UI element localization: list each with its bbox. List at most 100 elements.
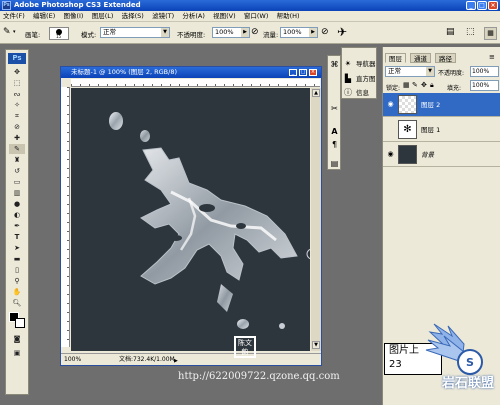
svg-text:S: S <box>466 356 474 369</box>
brush-tool-icon[interactable]: ✎ <box>3 27 11 37</box>
layer-name: 图层 2 <box>421 101 441 109</box>
menu-file[interactable]: 文件(F) <box>0 11 28 22</box>
brush-tool-icon[interactable]: ✎ <box>9 144 25 154</box>
crop-tool-icon[interactable]: ⌗ <box>9 111 25 121</box>
document-size: 文档:732.4K/1.00M <box>119 356 175 363</box>
character-strip-icon[interactable]: A <box>329 126 340 137</box>
app-title: Adobe Photoshop CS3 Extended <box>14 1 141 9</box>
tablet-opacity-icon[interactable]: ⊘ <box>251 27 259 37</box>
scroll-up-icon[interactable]: ▲ <box>312 89 320 97</box>
path-selection-tool-icon[interactable]: ➤ <box>9 243 25 253</box>
background-color-swatch[interactable] <box>15 318 25 328</box>
vertical-scrollbar[interactable]: ▲ ▼ <box>311 88 321 351</box>
tab-channels[interactable]: 通道 <box>410 53 431 63</box>
chevron-right-icon: ▶ <box>241 28 249 37</box>
dodge-tool-icon[interactable]: ◐ <box>9 210 25 220</box>
menu-select[interactable]: 选择(S) <box>119 11 147 22</box>
airbrush-icon[interactable]: ✈ <box>337 25 347 39</box>
lock-all-icon[interactable]: 🔒︎ <box>430 81 434 90</box>
menu-image[interactable]: 图像(I) <box>60 11 86 22</box>
type-tool-icon[interactable]: T <box>9 232 25 242</box>
lock-pixels-icon[interactable]: ✎ <box>412 81 418 89</box>
mode-select[interactable]: 正常 ▼ <box>100 27 170 38</box>
vertical-ruler[interactable] <box>61 87 70 347</box>
blend-mode-value: 正常 <box>388 67 401 75</box>
menu-analysis[interactable]: 分析(A) <box>179 11 208 22</box>
palette-well-icon[interactable]: ▦ <box>484 27 497 40</box>
gradient-tool-icon[interactable]: ▥ <box>9 188 25 198</box>
lock-position-icon[interactable]: ✥ <box>421 81 427 89</box>
notes-tool-icon[interactable]: ▯ <box>9 265 25 275</box>
lock-transparency-icon[interactable]: ▦ <box>403 81 410 89</box>
zoom-tool-icon[interactable]: 🔍︎ <box>9 298 25 308</box>
histogram-item[interactable]: ▙ 直方图 <box>342 72 378 86</box>
visibility-eye-icon[interactable]: ◉ <box>386 150 395 159</box>
opacity-label: 不透明度: <box>177 31 206 39</box>
healing-brush-tool-icon[interactable]: ✚ <box>9 133 25 143</box>
visibility-eye-icon[interactable]: ◉ <box>386 100 395 109</box>
canvas[interactable] <box>71 88 310 351</box>
layer-name: 图层 1 <box>421 126 441 134</box>
fill-field[interactable]: 100% <box>470 80 499 91</box>
doc-minimize-button[interactable]: _ <box>289 69 297 76</box>
menu-edit[interactable]: 编辑(E) <box>30 11 58 22</box>
doc-close-button[interactable]: × <box>309 69 317 76</box>
tab-layers[interactable]: 图层 <box>385 53 406 63</box>
tools-strip-icon[interactable]: ✂ <box>329 103 340 114</box>
hand-tool-icon[interactable]: ✋ <box>9 287 25 297</box>
close-button[interactable]: × <box>488 1 498 10</box>
layer-row-layer1[interactable]: ✻ 图层 1 <box>383 118 500 142</box>
panel-menu-icon[interactable]: ≡ <box>489 53 495 61</box>
layer-row-layer2[interactable]: ◉ 图层 2 <box>383 93 500 117</box>
blend-mode-select[interactable]: 正常 ▼ <box>385 66 435 77</box>
lasso-tool-icon[interactable]: ᔓ <box>9 89 25 99</box>
paragraph-strip-icon[interactable]: ¶ <box>329 139 340 150</box>
info-icon: ⓘ <box>344 88 352 97</box>
history-brush-tool-icon[interactable]: ↺ <box>9 166 25 176</box>
zoom-level[interactable]: 100% <box>64 354 81 365</box>
status-menu-icon[interactable]: ▶ <box>174 356 178 367</box>
info-item[interactable]: ⓘ 信息 <box>342 86 378 100</box>
screen-mode-icon[interactable]: ▣ <box>9 348 25 358</box>
layer-row-background[interactable]: ◉ 背景 <box>383 143 500 167</box>
tablet-flow-icon[interactable]: ⊘ <box>321 27 329 37</box>
eraser-tool-icon[interactable]: ▭ <box>9 177 25 187</box>
layer-name: 背景 <box>421 151 434 159</box>
chevron-down-icon: ▼ <box>426 67 434 76</box>
menu-filter[interactable]: 滤镜(T) <box>149 11 177 22</box>
shape-tool-icon[interactable]: ▬ <box>9 254 25 264</box>
tab-paths[interactable]: 路径 <box>435 53 456 63</box>
menu-window[interactable]: 窗口(W) <box>241 11 272 22</box>
doc-maximize-button[interactable]: □ <box>299 69 307 76</box>
menu-layer[interactable]: 图层(L) <box>89 11 117 22</box>
bridge-icon[interactable]: ⬚ <box>466 27 475 37</box>
document-titlebar: 未标题-1 @ 100% (图层 2, RGB/8) _ □ × <box>61 67 321 78</box>
document-icon[interactable]: ▤ <box>446 27 455 37</box>
histogram-icon: ▙ <box>344 74 352 83</box>
eyedropper-tool-icon[interactable]: ⚲ <box>9 276 25 286</box>
menu-view[interactable]: 视图(V) <box>210 11 239 22</box>
brush-picker[interactable]: 15 <box>49 27 69 40</box>
flow-field[interactable]: 100% ▶ <box>280 27 318 38</box>
move-tool-icon[interactable]: ✥ <box>9 67 25 77</box>
layer-opacity-field[interactable]: 100% <box>470 66 499 77</box>
tool-preset-dropdown[interactable]: ▾ <box>13 29 16 35</box>
minimize-button[interactable]: _ <box>466 1 476 10</box>
navigator-strip-icon[interactable]: ⌘ <box>329 59 340 70</box>
layer-comps-strip-icon[interactable]: ▤ <box>329 158 340 169</box>
maximize-button[interactable]: □ <box>477 1 487 10</box>
mode-label: 模式: <box>81 31 97 39</box>
navigator-item[interactable]: ✴ 导航器 <box>342 57 378 71</box>
pen-tool-icon[interactable]: ✒ <box>9 221 25 231</box>
visibility-eye-icon[interactable] <box>386 125 395 134</box>
marquee-tool-icon[interactable]: ⬚ <box>9 78 25 88</box>
menu-help[interactable]: 帮助(H) <box>274 11 303 22</box>
slice-tool-icon[interactable]: ⊘ <box>9 122 25 132</box>
blur-tool-icon[interactable]: ● <box>9 199 25 209</box>
scroll-down-icon[interactable]: ▼ <box>312 341 320 349</box>
horizontal-ruler[interactable] <box>71 79 320 87</box>
opacity-field[interactable]: 100% ▶ <box>212 27 250 38</box>
clone-stamp-tool-icon[interactable]: ♜ <box>9 155 25 165</box>
quick-mask-icon[interactable]: ◙ <box>9 334 25 344</box>
magic-wand-tool-icon[interactable]: ✧ <box>9 100 25 110</box>
